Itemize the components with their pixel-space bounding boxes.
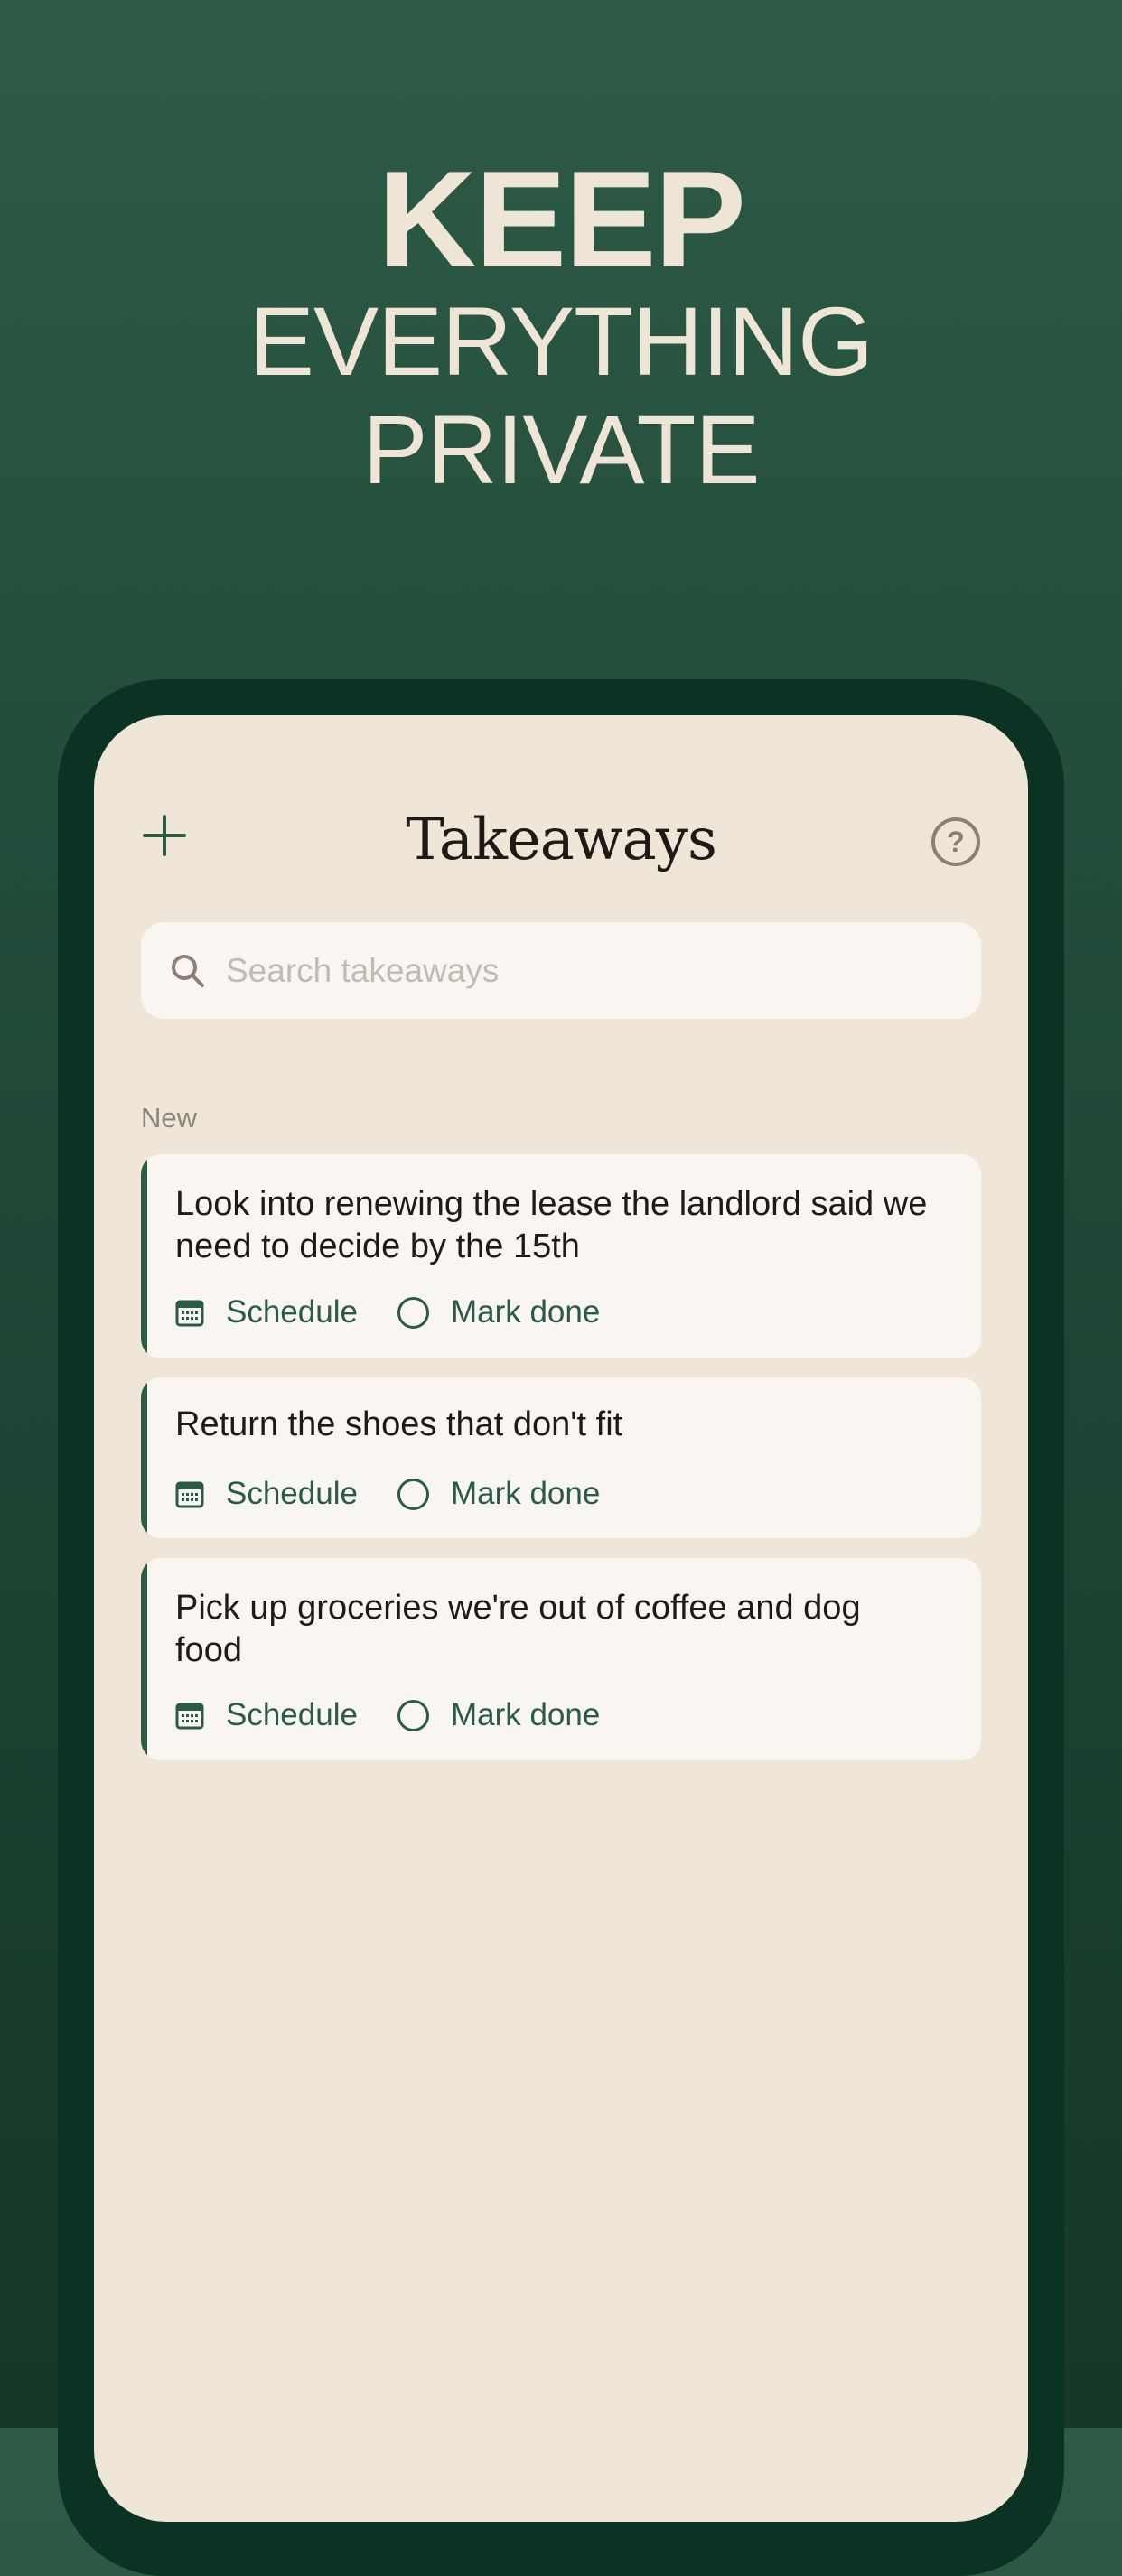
mark-done-label: Mark done [450, 1294, 601, 1330]
takeaway-text: Pick up groceries we're out of coffee an… [175, 1589, 861, 1669]
help-button[interactable]: ? [931, 817, 980, 866]
calendar-icon [175, 1481, 204, 1508]
takeaway-card[interactable]: Pick up groceries we're out of coffee an… [141, 1558, 981, 1760]
takeaway-card[interactable]: Return the shoes that don't fit Schedule… [141, 1377, 981, 1538]
mark-done-button[interactable]: Mark done [397, 1294, 600, 1330]
schedule-label: Schedule [226, 1476, 358, 1511]
search-icon [172, 955, 204, 987]
card-actions: Schedule Mark done [175, 1290, 600, 1335]
takeaway-card[interactable]: Look into renewing the lease the landlor… [141, 1154, 981, 1358]
schedule-button[interactable]: Schedule [175, 1476, 358, 1512]
circle-icon [397, 1296, 429, 1329]
mark-done-label: Mark done [450, 1697, 601, 1732]
schedule-button[interactable]: Schedule [175, 1294, 358, 1330]
headline-everything: EVERYTHING [248, 286, 874, 396]
schedule-label: Schedule [226, 1294, 358, 1330]
schedule-label: Schedule [226, 1697, 358, 1732]
card-actions: Schedule Mark done [175, 1471, 600, 1517]
calendar-icon [175, 1703, 204, 1730]
section-label-new: New [141, 1102, 198, 1134]
search-bar[interactable] [141, 922, 981, 1019]
mark-done-button[interactable]: Mark done [397, 1476, 600, 1512]
mark-done-label: Mark done [450, 1476, 601, 1511]
headline: KEEP EVERYTHING PRIVATE [0, 143, 1122, 504]
mark-done-button[interactable]: Mark done [397, 1697, 600, 1733]
headline-keep: KEEP [378, 143, 746, 296]
card-accent-bar [141, 1154, 147, 1358]
circle-icon [397, 1699, 429, 1731]
card-actions: Schedule Mark done [175, 1693, 600, 1738]
card-accent-bar [141, 1558, 147, 1760]
search-input[interactable] [226, 922, 949, 1019]
takeaway-text: Return the shoes that don't fit [175, 1405, 623, 1443]
card-accent-bar [141, 1377, 147, 1538]
circle-icon [397, 1478, 429, 1510]
calendar-icon [175, 1300, 204, 1327]
headline-private: PRIVATE [362, 395, 760, 504]
question-circle-icon: ? [947, 826, 965, 858]
schedule-button[interactable]: Schedule [175, 1697, 358, 1733]
takeaway-text: Look into renewing the lease the landlor… [175, 1185, 928, 1265]
